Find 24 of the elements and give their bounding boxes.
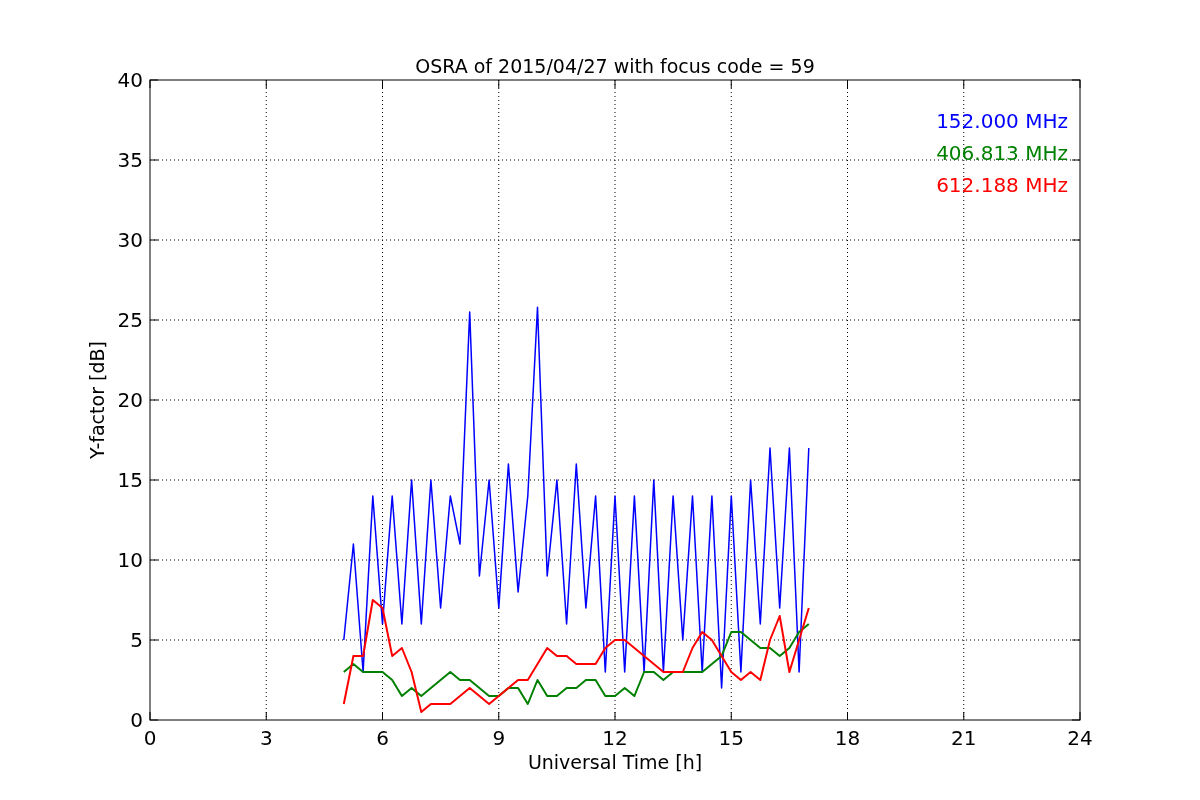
x-tick-label: 9 (492, 726, 506, 750)
x-axis-label: Universal Time [h] (527, 751, 703, 773)
y-axis-label: Y-factor [dB] (86, 341, 108, 459)
x-tick-label: 18 (834, 726, 861, 750)
x-tick-label: 15 (718, 726, 744, 750)
y-tick-label: 0 (130, 708, 143, 732)
y-tick-label: 20 (117, 388, 143, 412)
x-tick-label: 0 (143, 726, 157, 750)
y-tick-label: 10 (117, 548, 143, 572)
legend-label: 406.813 MHz (936, 141, 1068, 165)
x-tick-label: 6 (376, 726, 389, 750)
x-tick-label: 12 (602, 726, 628, 750)
y-tick-label: 35 (117, 148, 143, 172)
x-tick-label: 24 (1067, 726, 1093, 750)
y-tick-label: 25 (117, 308, 143, 332)
x-tick-label: 3 (259, 726, 273, 750)
y-tick-label: 15 (117, 468, 143, 492)
y-tick-label: 5 (130, 628, 143, 652)
legend-label: 152.000 MHz (936, 109, 1068, 133)
x-tick-label: 21 (951, 726, 977, 750)
y-tick-label: 30 (117, 228, 143, 252)
legend-label: 612.188 MHz (936, 173, 1068, 197)
y-tick-label: 40 (117, 68, 143, 92)
chart-title: OSRA of 2015/04/27 with focus code = 59 (415, 55, 815, 77)
